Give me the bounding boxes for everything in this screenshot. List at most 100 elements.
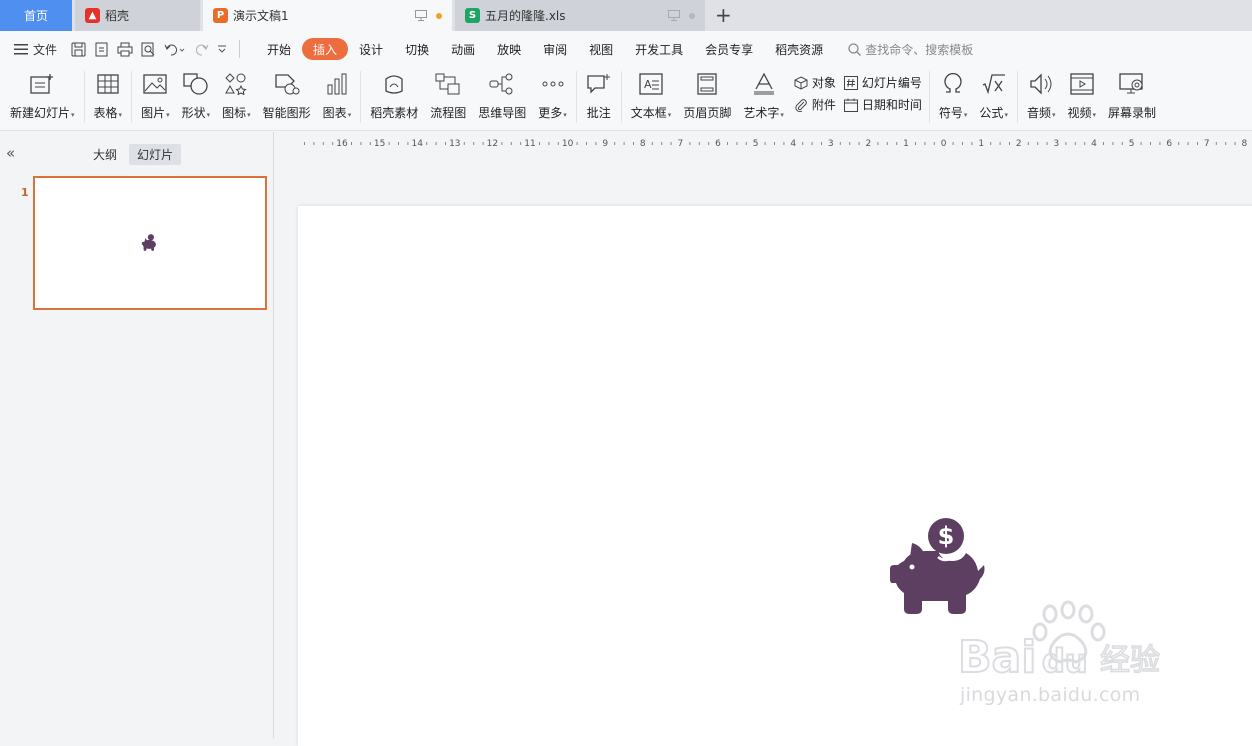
redo-icon[interactable] [194, 42, 209, 57]
undo-icon[interactable] [164, 42, 186, 57]
formula-label: 公式 [979, 106, 1004, 120]
ruler-tick [811, 142, 813, 145]
ruler-tick [971, 142, 973, 145]
ruler-tick [736, 142, 738, 145]
menu-tab-transition[interactable]: 切换 [394, 38, 440, 60]
ruler-label: 5 [1129, 139, 1135, 149]
wordart-button[interactable]: 艺术字▾ [737, 71, 790, 121]
ruler-tick [651, 142, 653, 145]
textbox-icon: A [638, 71, 664, 97]
menu-tab-review[interactable]: 审阅 [532, 38, 578, 60]
object-button[interactable]: 对象 [794, 74, 836, 91]
screen-record-button[interactable]: 屏幕录制 [1102, 71, 1162, 121]
header-footer-button[interactable]: 页眉页脚 [677, 71, 737, 121]
ruler-tick [520, 142, 522, 145]
smart-shape-button[interactable]: 智能图形 [257, 71, 317, 121]
picture-button[interactable]: 图片▾ [135, 71, 176, 121]
datetime-button[interactable]: 日期和时间 [843, 96, 922, 113]
ruler-tick [708, 142, 710, 145]
ruler-tick [745, 142, 747, 145]
mindmap-button[interactable]: 思维导图 [472, 71, 532, 121]
formula-button[interactable]: 公式▾ [973, 71, 1014, 121]
ruler-tick [360, 142, 362, 145]
new-tab-plus-icon[interactable]: + [715, 3, 732, 27]
screen-record-icon [1119, 71, 1145, 97]
ruler-label: 8 [1242, 139, 1248, 149]
video-button[interactable]: 视频▾ [1061, 71, 1102, 121]
menu-tab-view[interactable]: 视图 [578, 38, 624, 60]
comment-button[interactable]: 批注 [580, 71, 618, 121]
tab-outline[interactable]: 大纲 [85, 144, 125, 165]
ruler-label: 15 [374, 139, 385, 149]
mindmap-label: 思维导图 [478, 106, 527, 120]
ruler-tick [877, 142, 879, 145]
new-slide-label: 新建幻灯片 [10, 106, 71, 120]
ruler-tick [990, 142, 992, 145]
menu-tab-slideshow[interactable]: 放映 [486, 38, 532, 60]
collapse-panel-icon[interactable]: « [6, 144, 15, 162]
tab-daoke[interactable]: ▲ 稻壳 [75, 0, 200, 31]
export-pdf-icon[interactable] [94, 42, 109, 57]
more-button[interactable]: 更多▾ [532, 71, 573, 121]
smart-shape-label: 智能图形 [262, 106, 311, 120]
ruler-tick [595, 142, 597, 145]
tab-presentation[interactable]: P 演示文稿1 [203, 0, 452, 31]
symbol-button[interactable]: 符号▾ [933, 71, 974, 121]
ruler-tick [473, 142, 475, 145]
chart-button[interactable]: 图表▾ [317, 71, 358, 121]
slide-number-button[interactable]: 幻灯片编号 [843, 74, 922, 91]
attachment-button[interactable]: 附件 [794, 96, 836, 113]
ruler-tick [388, 142, 390, 145]
ruler-tick [1065, 142, 1067, 145]
ruler-tick [351, 142, 352, 145]
save-icon[interactable] [71, 42, 86, 57]
shape-button[interactable]: 形状▾ [176, 71, 217, 121]
daoke-material-button[interactable]: 稻壳素材 [364, 71, 424, 121]
icon-label: 图标 [222, 106, 247, 120]
ruler-tick [313, 142, 315, 145]
ruler-tick [1215, 142, 1217, 145]
menu-tab-insert[interactable]: 插入 [302, 38, 349, 60]
customize-toolbar-chevron-icon[interactable] [217, 44, 227, 54]
xls-icon: S [465, 8, 480, 23]
ruler-tick [1197, 142, 1198, 145]
tab-spreadsheet[interactable]: S 五月的隆隆.xls [455, 0, 705, 31]
menu-tab-member[interactable]: 会员专享 [694, 38, 764, 60]
file-menu[interactable]: 文件 [14, 41, 57, 58]
object-attachment-group: 对象 附件 [790, 74, 840, 113]
ruler-tick [539, 142, 540, 145]
menu-tab-design[interactable]: 设计 [348, 38, 394, 60]
flowchart-button[interactable]: 流程图 [424, 71, 472, 121]
ruler-label: 7 [678, 139, 684, 149]
print-icon[interactable] [117, 42, 133, 57]
monitor-icon[interactable] [415, 10, 427, 21]
monitor-icon[interactable] [668, 10, 680, 21]
icon-button[interactable]: 图标▾ [216, 71, 257, 121]
ruler-label: 0 [941, 139, 947, 149]
menu-tab-animation[interactable]: 动画 [440, 38, 486, 60]
ribbon-divider [928, 71, 930, 123]
ruler-tick [1103, 142, 1104, 145]
menu-tab-daoke-resources[interactable]: 稻壳资源 [764, 38, 834, 60]
print-preview-icon[interactable] [141, 42, 156, 57]
ruler-tick [1187, 142, 1189, 145]
ruler-tick [858, 142, 860, 145]
ruler-tick [896, 142, 898, 145]
ruler-tick [548, 142, 550, 145]
table-button[interactable]: 表格▾ [88, 71, 129, 121]
menu-tab-home[interactable]: 开始 [256, 38, 302, 60]
menu-tab-developer[interactable]: 开发工具 [624, 38, 694, 60]
tab-home[interactable]: 首页 [0, 0, 72, 31]
ruler-tick [1027, 142, 1029, 145]
textbox-button[interactable]: A 文本框▾ [625, 71, 678, 121]
ruler-tick [463, 142, 465, 145]
command-search[interactable]: 查找命令、搜索模板 [848, 41, 973, 58]
new-slide-button[interactable]: 新建幻灯片▾ [0, 71, 81, 121]
audio-button[interactable]: 音频▾ [1021, 71, 1062, 121]
search-icon [848, 42, 862, 56]
ruler-tick [398, 142, 399, 145]
number-date-group: 幻灯片编号 日期和时间 [840, 74, 926, 113]
ruler-label: 3 [828, 139, 834, 149]
slide-thumbnail[interactable] [33, 176, 267, 310]
tab-slides[interactable]: 幻灯片 [129, 144, 182, 165]
